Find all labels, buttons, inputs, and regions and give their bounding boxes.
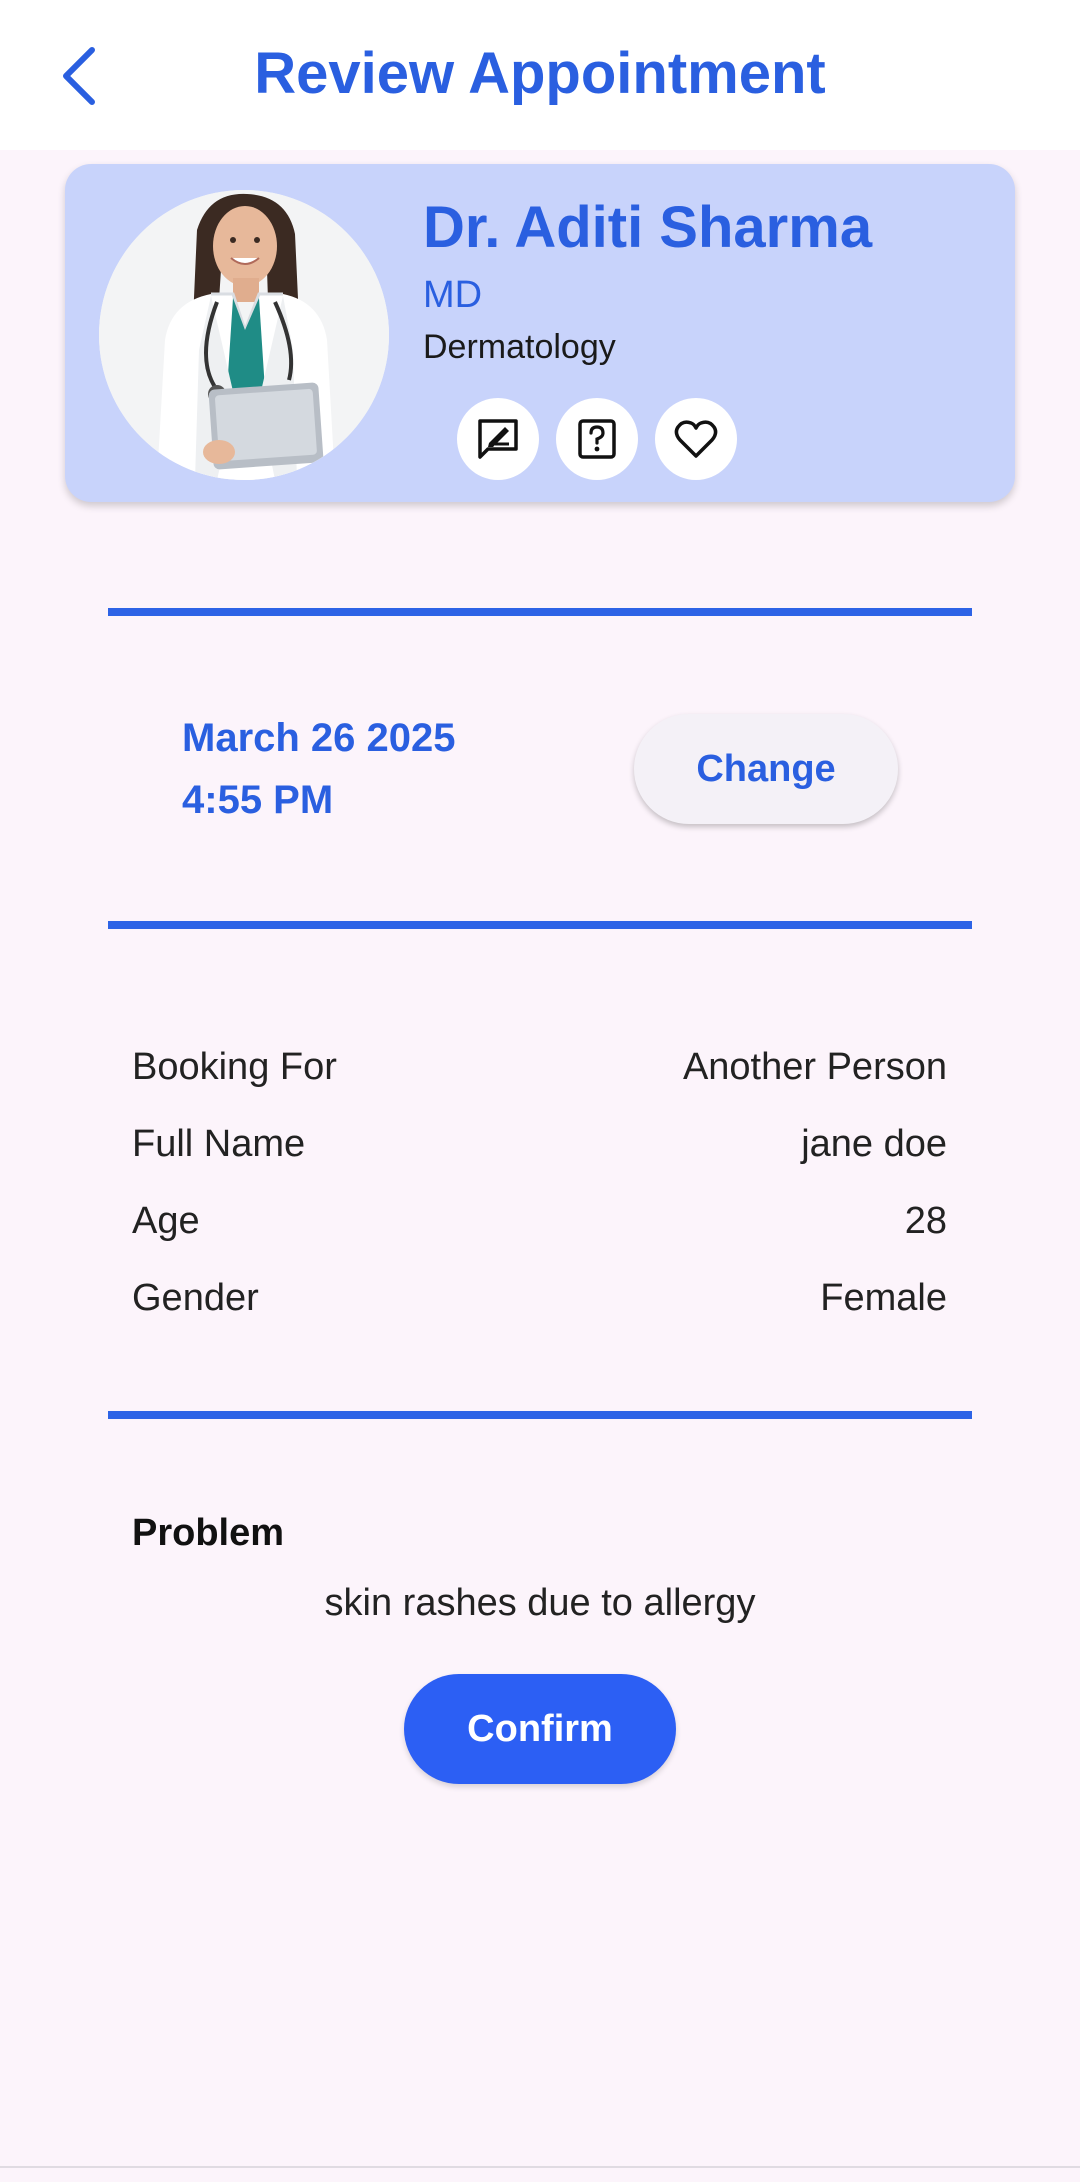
doctor-avatar	[99, 190, 389, 480]
full-name-value: jane doe	[801, 1123, 947, 1165]
gender-value: Female	[820, 1277, 947, 1319]
booking-for-value: Another Person	[682, 1046, 947, 1088]
doctor-degree: MD	[423, 274, 483, 316]
age-label: Age	[132, 1200, 200, 1242]
age-value: 28	[904, 1200, 947, 1242]
full-name-label: Full Name	[132, 1123, 306, 1165]
appointment-time: 4:55 PM	[182, 778, 334, 822]
gender-label: Gender	[132, 1277, 259, 1319]
doctor-specialty: Dermatology	[423, 328, 616, 366]
problem-heading: Problem	[132, 1512, 285, 1554]
help-button[interactable]	[556, 398, 638, 480]
page-title: Review Appointment	[254, 41, 826, 106]
change-button[interactable]: Change	[634, 714, 898, 824]
doctor-name: Dr. Aditi Sharma	[423, 195, 873, 260]
question-icon	[578, 419, 616, 459]
problem-description: skin rashes due to allergy	[324, 1582, 756, 1624]
message-doctor-button[interactable]	[457, 398, 539, 480]
message-edit-icon	[478, 419, 518, 459]
doctor-portrait-image	[99, 190, 389, 480]
heart-icon	[674, 420, 718, 458]
confirm-button[interactable]: Confirm	[404, 1674, 676, 1784]
bottom-edge-line	[0, 2166, 1080, 2168]
app-bar: Review Appointment	[0, 0, 1080, 150]
doctor-card: Dr. Aditi Sharma MD Dermatology	[65, 164, 1015, 502]
section-divider	[108, 921, 972, 929]
section-divider	[108, 608, 972, 616]
favorite-button[interactable]	[655, 398, 737, 480]
booking-for-label: Booking For	[132, 1046, 337, 1088]
appointment-date: March 26 2025	[182, 716, 456, 760]
section-divider	[108, 1411, 972, 1419]
